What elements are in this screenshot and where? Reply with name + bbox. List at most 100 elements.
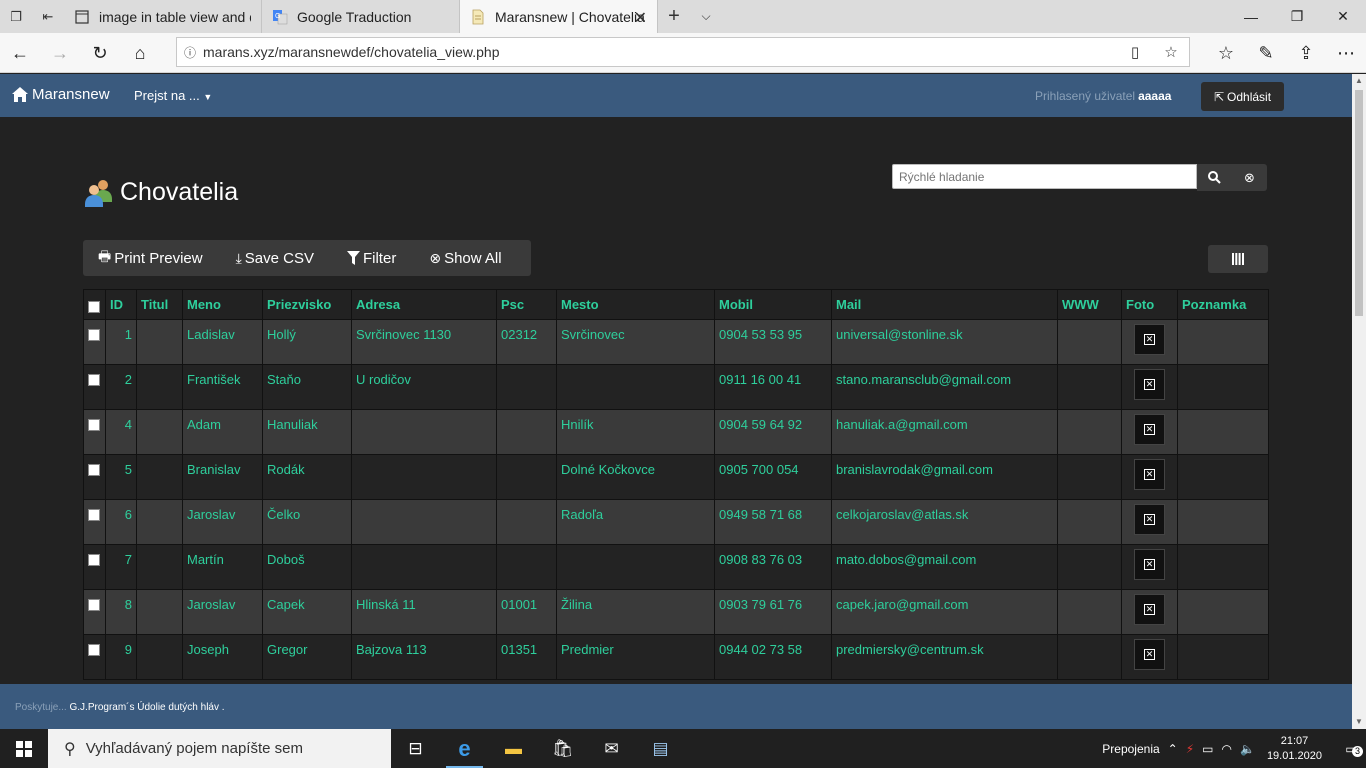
forward-icon[interactable]: → [40,33,80,73]
tray-links-label[interactable]: Prepojenia [1102,742,1159,756]
column-header-priezvisko[interactable]: Priezvisko [262,289,352,320]
column-header-meno[interactable]: Meno [182,289,263,320]
scroll-up-icon[interactable]: ▲ [1352,74,1366,88]
photo-button[interactable]: ✕ [1134,414,1165,445]
photo-button[interactable]: ✕ [1134,369,1165,400]
pen-icon[interactable]: ✎ [1246,33,1286,73]
start-button[interactable] [0,729,48,768]
chevron-down-icon[interactable]: ⌵ [690,0,722,33]
share-icon[interactable]: ⇪ [1286,33,1326,73]
table-row[interactable]: 5 Branislav Rodák Dolné Kočkovce 0905 70… [83,454,1269,500]
table-row[interactable]: 8 Jaroslav Capek Hlinská 11 01001 Žilina… [83,589,1269,635]
table-row[interactable]: 6 Jaroslav Čelko Radoľa 0949 58 71 68 ce… [83,499,1269,545]
battery-icon[interactable]: ▭ [1202,742,1213,756]
wifi-icon[interactable]: ◠ [1222,742,1232,756]
info-icon[interactable]: ⓘ [177,44,203,61]
new-tab-icon[interactable]: + [658,0,690,33]
column-header-poznamka[interactable]: Poznamka [1177,289,1269,320]
tab-actions-icon[interactable]: ❐ [0,0,32,33]
store-icon[interactable]: 🛍 [538,729,587,768]
row-checkbox[interactable] [88,644,100,656]
clear-circle-icon: ⊗ [429,249,442,266]
column-header-id[interactable]: ID [105,289,137,320]
photo-button[interactable]: ✕ [1134,639,1165,670]
row-select-cell [83,454,106,500]
volume-icon[interactable]: 🔈 [1240,742,1255,756]
cell-adresa [351,499,497,545]
notifications-button[interactable]: ▭ 3 [1336,742,1366,757]
task-view-icon[interactable]: ⊟ [391,729,440,768]
set-aside-tabs-icon[interactable]: ⇤ [32,0,64,33]
columns-button[interactable] [1208,245,1268,273]
column-header-titul[interactable]: Titul [136,289,183,320]
edge-browser-icon[interactable]: e [440,729,489,768]
table-row[interactable]: 4 Adam Hanuliak Hnilík 0904 59 64 92 han… [83,409,1269,455]
column-header-mail[interactable]: Mail [831,289,1058,320]
table-row[interactable]: 9 Joseph Gregor Bajzova 113 01351 Predmi… [83,634,1269,680]
mail-icon[interactable]: ✉ [587,729,636,768]
clock-time: 21:07 [1280,734,1309,747]
select-all-checkbox[interactable] [88,301,100,313]
cell-priezvisko: Doboš [262,544,352,590]
home-icon[interactable]: ⌂ [120,33,160,73]
column-header-mesto[interactable]: Mesto [556,289,715,320]
restore-icon[interactable]: ❐ [1274,0,1320,33]
cell-adresa: Svrčinovec 1130 [351,319,497,365]
search-button[interactable] [1197,164,1232,191]
notepad-icon[interactable]: ▤ [636,729,685,768]
file-explorer-icon[interactable]: ▬ [489,729,538,768]
refresh-icon[interactable]: ↻ [80,33,120,73]
minimize-icon[interactable]: — [1228,0,1274,33]
photo-button[interactable]: ✕ [1134,594,1165,625]
column-header-mobil[interactable]: Mobil [714,289,832,320]
chevron-up-icon[interactable]: ⌃ [1168,742,1178,756]
breeders-table: ID Titul Meno Priezvisko Adresa Psc Mest… [83,289,1269,680]
page-scrollbar[interactable]: ▲ ▼ [1352,74,1366,729]
row-checkbox[interactable] [88,374,100,386]
logout-button[interactable]: ⇱ Odhlásit [1201,82,1284,111]
photo-button[interactable]: ✕ [1134,324,1165,355]
row-checkbox[interactable] [88,419,100,431]
url-text[interactable]: marans.xyz/maransnewdef/chovatelia_view.… [203,44,1117,60]
save-csv-button[interactable]: ⤓ Save CSV [236,250,314,267]
reading-view-icon[interactable]: ▯ [1117,43,1153,61]
clock[interactable]: 21:07 19.01.2020 [1267,734,1322,764]
row-checkbox[interactable] [88,329,100,341]
back-icon[interactable]: ← [0,33,40,73]
row-checkbox[interactable] [88,599,100,611]
close-window-icon[interactable]: ✕ [1320,0,1366,33]
favorite-star-icon[interactable]: ☆ [1153,43,1189,61]
taskbar-search-box[interactable]: ⚲ Vyhľadávaný pojem napíšte sem [48,729,391,768]
table-row[interactable]: 7 Martín Doboš 0908 83 76 03 mato.dobos@… [83,544,1269,590]
browser-tab-chovatelia[interactable]: Maransnew | Chovatelia ✕ [460,0,658,33]
brand-link[interactable]: Maransnew [12,86,110,103]
antivirus-icon[interactable]: ⚡ [1186,742,1194,756]
column-header-foto[interactable]: Foto [1121,289,1178,320]
url-input[interactable]: ⓘ marans.xyz/maransnewdef/chovatelia_vie… [176,37,1190,67]
photo-button[interactable]: ✕ [1134,549,1165,580]
scroll-down-icon[interactable]: ▼ [1352,715,1366,729]
print-preview-button[interactable]: 🖶 Print Preview [98,246,203,270]
browser-tab-image-table[interactable]: image in table view and det [64,0,262,33]
column-header-psc[interactable]: Psc [496,289,557,320]
row-checkbox[interactable] [88,509,100,521]
photo-button[interactable]: ✕ [1134,459,1165,490]
column-header-adresa[interactable]: Adresa [351,289,497,320]
search-input[interactable] [892,164,1197,189]
table-row[interactable]: 1 Ladislav Hollý Svrčinovec 1130 02312 S… [83,319,1269,365]
browser-tab-google-translate[interactable]: G Google Traduction [262,0,460,33]
cell-mail: hanuliak.a@gmail.com [831,409,1058,455]
clear-search-button[interactable]: ⊗ [1232,164,1267,191]
row-checkbox[interactable] [88,554,100,566]
scrollbar-thumb[interactable] [1355,90,1363,316]
show-all-button[interactable]: ⊗ Show All [429,250,501,267]
goto-menu[interactable]: Prejst na ... ▼ [134,88,212,103]
filter-button[interactable]: Filter [346,250,396,267]
column-header-www[interactable]: WWW [1057,289,1122,320]
more-icon[interactable]: ⋯ [1326,33,1366,73]
photo-button[interactable]: ✕ [1134,504,1165,535]
table-row[interactable]: 2 František Staňo U rodičov 0911 16 00 4… [83,364,1269,410]
close-tab-icon[interactable]: ✕ [634,8,647,28]
row-checkbox[interactable] [88,464,100,476]
favorites-icon[interactable]: ☆ [1206,33,1246,73]
